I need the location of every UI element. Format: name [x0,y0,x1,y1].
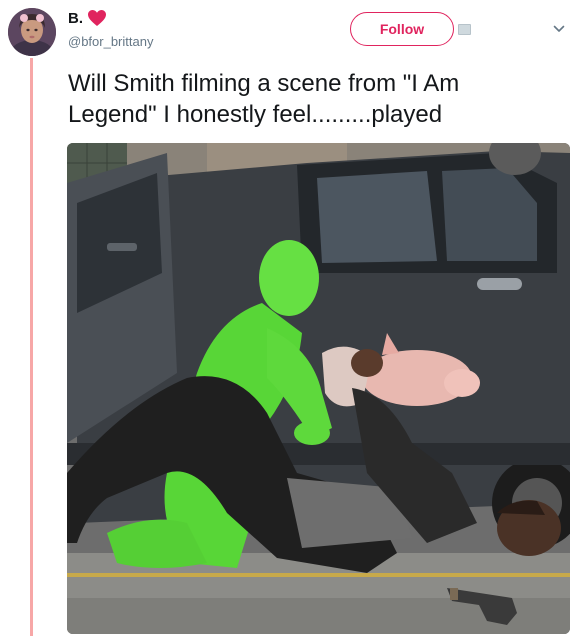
user-handle[interactable]: @bfor_brittany [68,34,153,49]
thread-line [30,58,33,636]
display-name-row[interactable]: B. [68,9,107,27]
display-name[interactable]: B. [68,10,83,27]
heart-icon [88,10,106,26]
follow-button[interactable]: Follow [350,12,454,46]
avatar[interactable] [8,8,56,56]
chevron-down-icon[interactable] [553,23,565,35]
tweet-photo[interactable] [67,143,570,634]
tweet-text: Will Smith filming a scene from "I Am Le… [68,70,460,128]
follow-badge-icon [458,24,471,35]
